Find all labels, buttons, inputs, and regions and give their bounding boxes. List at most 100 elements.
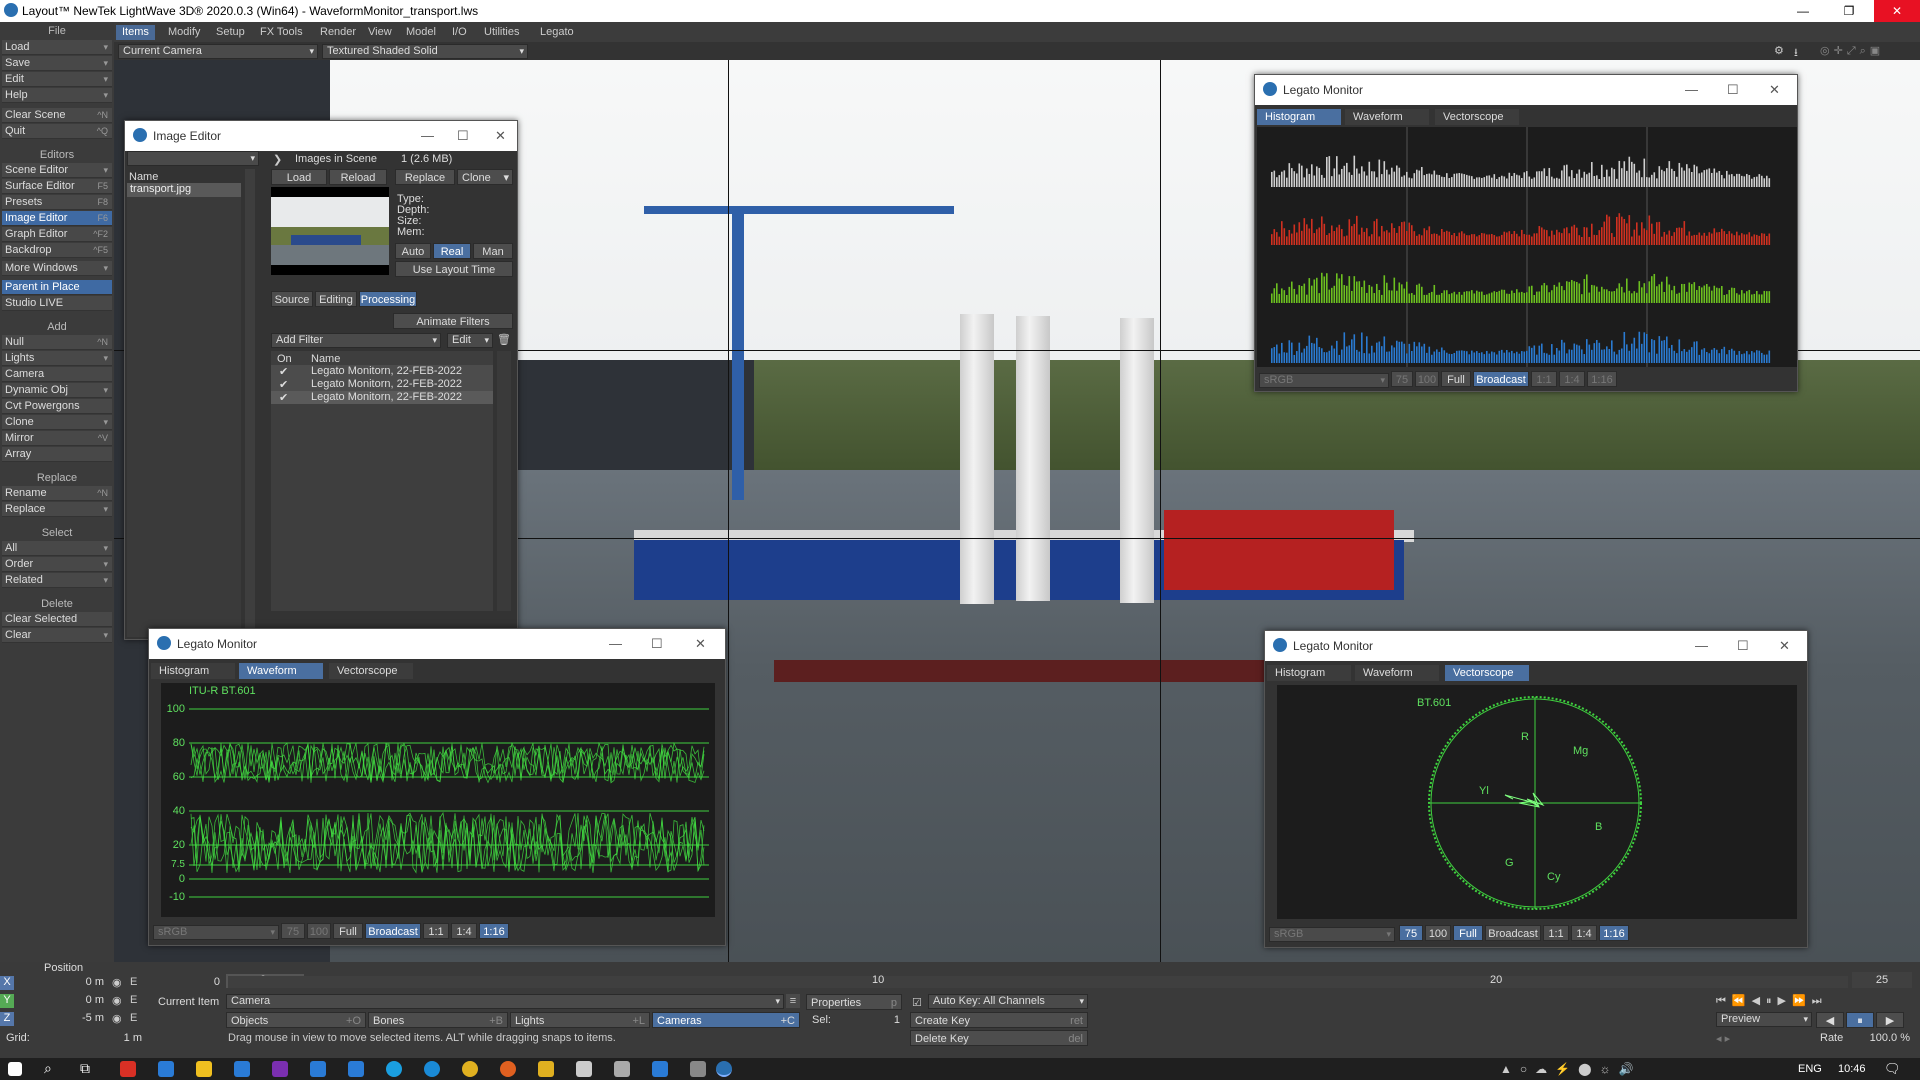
sidebar-item-edit[interactable]: Edit ▾ <box>2 72 112 87</box>
zoom-1-1-button[interactable]: 1:1 <box>1531 371 1557 387</box>
delete-key-button[interactable]: Delete Key del <box>910 1030 1088 1046</box>
sidebar-item-help[interactable]: Help ▾ <box>2 88 112 103</box>
eye-icon[interactable]: ◉ <box>112 976 122 989</box>
expand-arrow-icon[interactable]: ❯ <box>273 153 282 166</box>
sidebar-item-load[interactable]: Load ▾ <box>2 40 112 55</box>
gear-icon[interactable]: ⚙ <box>1774 44 1788 58</box>
file-explorer-icon[interactable] <box>538 1061 554 1077</box>
range-full-button[interactable]: Full <box>1441 371 1471 387</box>
play-reverse-button[interactable]: ◀ <box>1816 1012 1844 1028</box>
level-100-button[interactable]: 100 <box>1425 925 1451 941</box>
filter-list[interactable]: On Name ✔ Legato Monitorn, 22-FEB-2022 ✔… <box>271 351 493 611</box>
color-space-select[interactable]: sRGB ▾ <box>1259 373 1389 388</box>
objects-button[interactable]: Objects +O <box>226 1012 366 1028</box>
tab-source[interactable]: Source <box>271 291 313 307</box>
list-icon[interactable]: ≡ <box>786 994 800 1008</box>
tab-vectorscope[interactable]: Vectorscope <box>329 663 413 679</box>
check-icon[interactable]: ✔ <box>279 365 288 378</box>
menu-model[interactable]: Model <box>400 25 442 40</box>
sidebar-item-save[interactable]: Save ▾ <box>2 56 112 71</box>
sidebar-item-related[interactable]: Related ▾ <box>2 573 112 588</box>
sidebar-item-clear[interactable]: Clear ▾ <box>2 628 112 643</box>
onenote-icon[interactable] <box>272 1061 288 1077</box>
eye-icon[interactable]: ◉ <box>112 994 122 1007</box>
tab-histogram[interactable]: Histogram <box>1257 109 1341 125</box>
clone-image-button[interactable]: Clone ▾ <box>457 169 513 185</box>
sidebar-item-studio-live[interactable]: Studio LIVE <box>2 296 112 311</box>
tab-histogram[interactable]: Histogram <box>1267 665 1351 681</box>
sidebar-item-image-editor[interactable]: Image Editor F6 <box>2 211 112 226</box>
tab-waveform[interactable]: Waveform <box>1345 109 1429 125</box>
app-icon[interactable] <box>158 1061 174 1077</box>
sidebar-item-graph-editor[interactable]: Graph Editor ^F2 <box>2 227 112 242</box>
app-icon[interactable] <box>690 1061 706 1077</box>
rate-value[interactable]: 100.0 % <box>1850 1032 1910 1044</box>
zoom-1-16-button[interactable]: 1:16 <box>479 923 509 939</box>
chrome-icon[interactable] <box>462 1061 478 1077</box>
app-icon[interactable] <box>652 1061 668 1077</box>
sidebar-item-clone[interactable]: Clone ▾ <box>2 415 112 430</box>
level-75-button[interactable]: 75 <box>1399 925 1423 941</box>
cameras-button[interactable]: Cameras +C <box>652 1012 800 1028</box>
sidebar-item-quit[interactable]: Quit ^Q <box>2 124 112 139</box>
image-filter-select[interactable]: ▾ <box>127 151 259 166</box>
menu-items[interactable]: Items <box>116 25 155 40</box>
menu-setup[interactable]: Setup <box>210 25 251 40</box>
menu-modify[interactable]: Modify <box>162 25 206 40</box>
calendar-icon[interactable] <box>310 1061 326 1077</box>
image-list-item[interactable]: transport.jpg <box>127 183 241 197</box>
tab-histogram[interactable]: Histogram <box>151 663 235 679</box>
image-list[interactable] <box>127 197 241 637</box>
menu-legato[interactable]: Legato <box>534 25 580 40</box>
zoom-1-4-button[interactable]: 1:4 <box>1571 925 1597 941</box>
tab-vectorscope[interactable]: Vectorscope <box>1445 665 1529 681</box>
sidebar-item-camera[interactable]: Camera <box>2 367 112 382</box>
color-space-select[interactable]: sRGB ▾ <box>1269 927 1395 942</box>
level-75-button[interactable]: 75 <box>281 923 305 939</box>
checkbox-icon[interactable]: ☑ <box>912 996 922 1009</box>
firefox-icon[interactable] <box>500 1061 516 1077</box>
minimize-button[interactable]: — <box>421 128 434 143</box>
task-view-icon[interactable]: ⧉ <box>80 1060 90 1077</box>
auto-key-select[interactable]: Auto Key: All Channels ▾ <box>928 994 1088 1009</box>
lights-button[interactable]: Lights +L <box>510 1012 650 1028</box>
app-icon[interactable] <box>234 1061 250 1077</box>
app-icon[interactable] <box>120 1061 136 1077</box>
use-layout-time-button[interactable]: Use Layout Time <box>395 261 513 277</box>
store-icon[interactable] <box>576 1061 592 1077</box>
zoom-1-4-button[interactable]: 1:4 <box>1559 371 1585 387</box>
sidebar-item-surface-editor[interactable]: Surface Editor F5 <box>2 179 112 194</box>
zoom-1-4-button[interactable]: 1:4 <box>451 923 477 939</box>
range-broadcast-button[interactable]: Broadcast <box>365 923 421 939</box>
minimize-button[interactable]: — <box>1685 82 1698 97</box>
close-button[interactable]: ✕ <box>1769 82 1780 98</box>
color-space-select[interactable]: sRGB ▾ <box>153 925 279 940</box>
position-x-value[interactable]: 0 m <box>16 976 104 988</box>
minimize-button[interactable]: — <box>1695 638 1708 653</box>
zoom-1-1-button[interactable]: 1:1 <box>423 923 449 939</box>
sidebar-item-presets[interactable]: Presets F8 <box>2 195 112 210</box>
range-full-button[interactable]: Full <box>1453 925 1483 941</box>
sidebar-item-array[interactable]: Array <box>2 447 112 462</box>
zoom-1-16-button[interactable]: 1:16 <box>1599 925 1629 941</box>
step-controls[interactable]: ◂ ▸ <box>1716 1032 1730 1045</box>
close-button[interactable]: ✕ <box>1779 638 1790 654</box>
close-button[interactable]: ✕ <box>695 636 706 652</box>
menu-fx-tools[interactable]: FX Tools <box>254 25 309 40</box>
language-indicator[interactable]: ENG <box>1798 1063 1822 1075</box>
mode-real-button[interactable]: Real <box>433 243 471 259</box>
tab-waveform[interactable]: Waveform <box>1355 665 1439 681</box>
frame-end[interactable]: 25 <box>1852 972 1912 988</box>
app-icon[interactable] <box>196 1061 212 1077</box>
sidebar-item-dynamic-obj[interactable]: Dynamic Obj ▾ <box>2 383 112 398</box>
edge-icon[interactable] <box>424 1061 440 1077</box>
tab-waveform[interactable]: Waveform <box>239 663 323 679</box>
preview-select[interactable]: Preview ▾ <box>1716 1012 1812 1027</box>
sidebar-item-clear-selected[interactable]: Clear Selected <box>2 612 112 627</box>
range-broadcast-button[interactable]: Broadcast <box>1485 925 1541 941</box>
zoom-1-16-button[interactable]: 1:16 <box>1587 371 1617 387</box>
range-full-button[interactable]: Full <box>333 923 363 939</box>
skype-icon[interactable] <box>386 1061 402 1077</box>
envelope-e-button[interactable]: E <box>130 976 137 988</box>
level-100-button[interactable]: 100 <box>1415 371 1439 387</box>
